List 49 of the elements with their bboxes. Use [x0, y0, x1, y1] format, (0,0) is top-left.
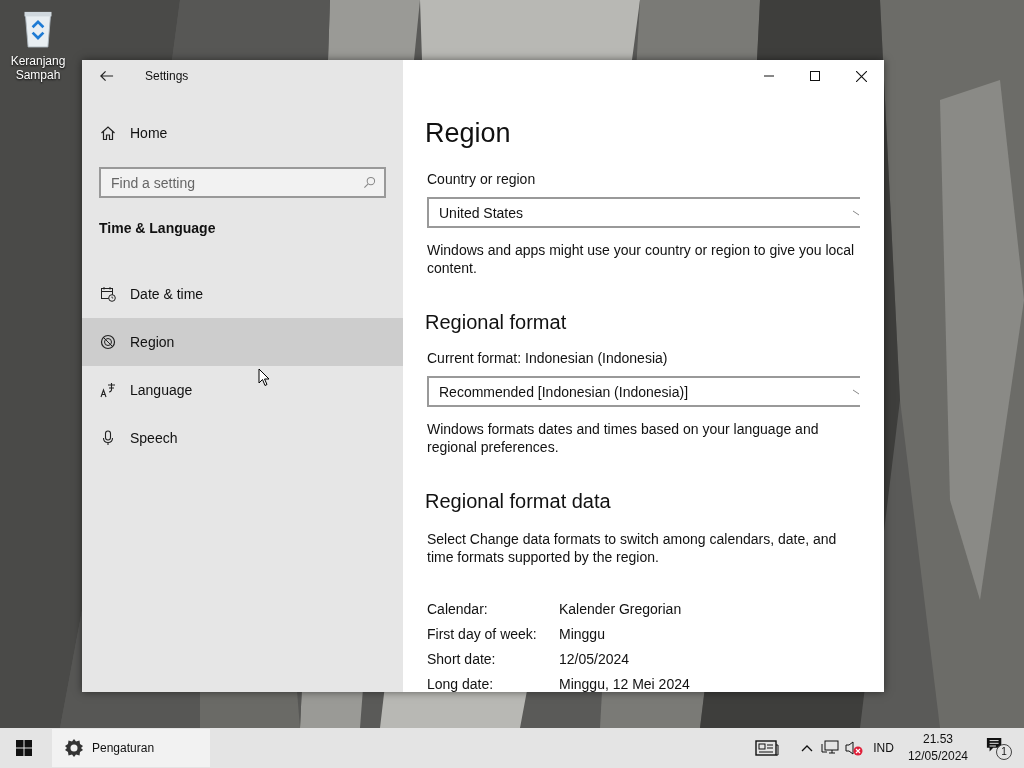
nav-item[interactable]: Language: [82, 366, 403, 414]
caret-icon: [852, 209, 860, 216]
home-nav-item[interactable]: Home: [82, 120, 363, 146]
input-language-indicator[interactable]: IND: [873, 741, 894, 755]
format-value: 12/05/2024: [559, 650, 631, 668]
desktop-icon-label[interactable]: Keranjang Sampah: [4, 54, 72, 82]
calendar-clock-icon: [100, 286, 116, 302]
field-label: Country or region: [427, 170, 537, 188]
globe-icon: [100, 334, 116, 350]
search-field[interactable]: Find a setting: [99, 167, 386, 198]
gear-icon: [64, 738, 84, 758]
taskbar-app-button[interactable]: Pengaturan: [52, 729, 210, 767]
back-arrow-icon[interactable]: [99, 70, 114, 82]
windows-start-icon[interactable]: [16, 740, 32, 756]
chevron-up-icon[interactable]: [801, 744, 814, 752]
section-heading: Time & Language: [99, 220, 217, 236]
format-label: Short date:: [427, 650, 497, 668]
maximize-icon: [810, 71, 820, 81]
window-title: Settings: [145, 69, 189, 83]
news-icon[interactable]: [755, 739, 780, 757]
language-icon: [100, 382, 116, 398]
format-label: Calendar:: [427, 600, 489, 618]
microphone-icon: [100, 430, 116, 446]
format-label: First day of week:: [427, 625, 538, 643]
section-heading: Regional format data: [425, 489, 612, 514]
format-value: Kalender Gregorian: [559, 600, 683, 618]
format-dropdown[interactable]: Recommended [Indonesian (Indonesia)]: [427, 376, 860, 407]
country-dropdown[interactable]: United States: [427, 197, 860, 228]
network-icon[interactable]: [821, 740, 840, 756]
format-value: Minggu, 12 Mei 2024: [559, 675, 691, 692]
nav-item[interactable]: Date & time: [82, 270, 403, 318]
mouse-pointer-icon: [258, 368, 270, 387]
nav-item[interactable]: Speech: [82, 414, 403, 462]
format-label: Long date:: [427, 675, 495, 692]
description-text: Select Change data formats to switch among calendars, date, and time formats supported by the region.: [427, 530, 838, 566]
section-heading: Regional format: [425, 310, 568, 335]
nav-item[interactable]: Region: [82, 318, 403, 366]
description-text: Windows and apps might use your country or region to give you local content.: [427, 241, 856, 277]
speaker-icon[interactable]: [845, 740, 864, 756]
search-icon: [363, 176, 376, 189]
page-title: Region: [425, 117, 512, 150]
notification-count: 1: [996, 744, 1012, 760]
close-icon: [855, 70, 867, 82]
clock[interactable]: 21.53 12/05/2024: [907, 731, 968, 765]
house-icon: [100, 125, 116, 141]
description-text: Windows formats dates and times based on your language and regional preferences.: [427, 420, 820, 456]
field-label: Current format: Indonesian (Indonesia): [427, 349, 669, 367]
format-value: Minggu: [559, 625, 606, 643]
caret-icon: [852, 388, 860, 395]
